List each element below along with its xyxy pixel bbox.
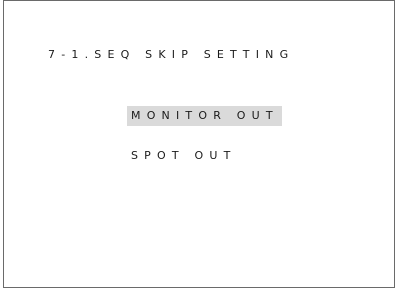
osd-screen: 7-1.SEQ SKIP SETTING MONITOR OUT SPOT OU… <box>3 0 395 288</box>
page-title: 7-1.SEQ SKIP SETTING <box>48 48 295 61</box>
menu-item-monitor-out[interactable]: MONITOR OUT <box>127 106 282 126</box>
menu-item-spot-out[interactable]: SPOT OUT <box>131 146 237 166</box>
